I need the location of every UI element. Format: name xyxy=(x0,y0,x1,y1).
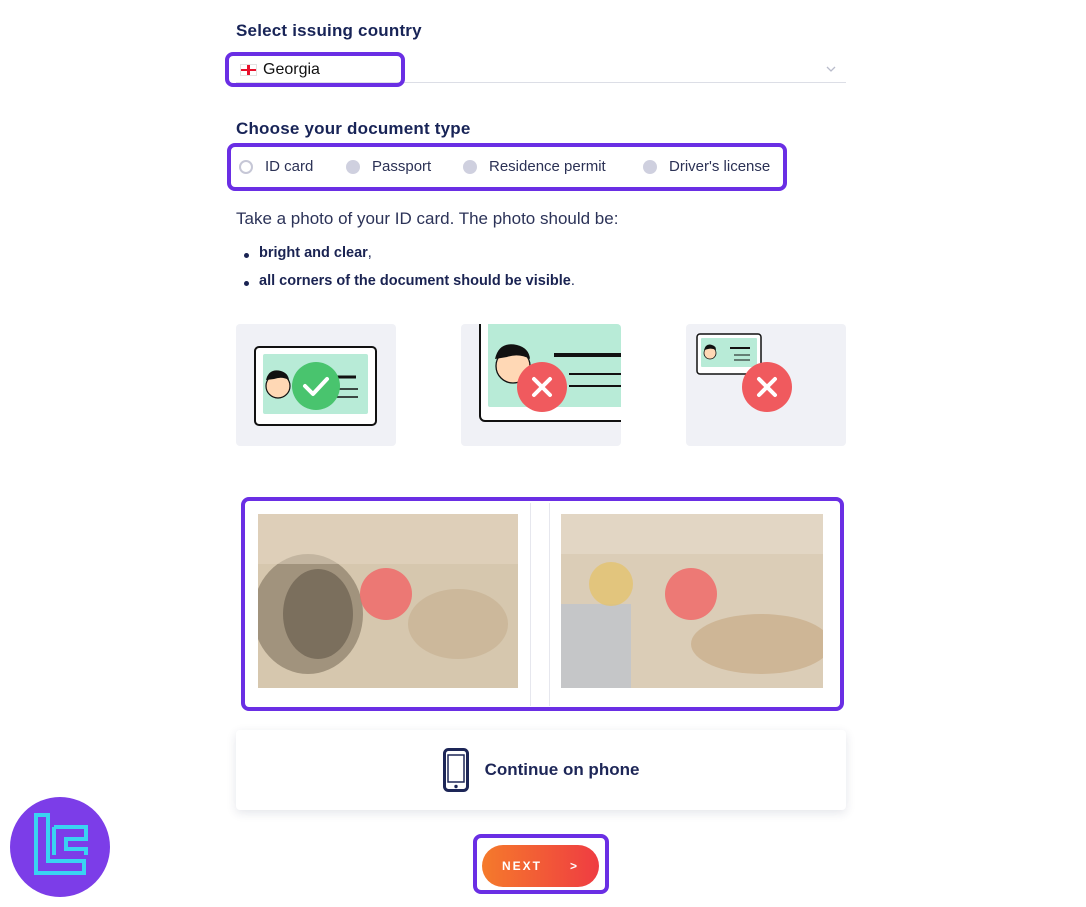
front-side-photo[interactable] xyxy=(258,514,518,688)
radio-residence-permit[interactable]: Residence permit xyxy=(463,158,606,175)
blurred-document-photo xyxy=(258,514,518,688)
example-too-far xyxy=(686,324,846,446)
chevron-down-icon[interactable] xyxy=(826,64,836,74)
brand-logo xyxy=(10,797,110,897)
photo-instructions: Take a photo of your ID card. The photo … xyxy=(236,209,619,228)
next-label: NEXT xyxy=(501,859,542,873)
radio-id-card[interactable]: ID card xyxy=(239,158,313,175)
arrow-right-icon: > xyxy=(570,859,580,873)
next-button[interactable]: NEXT > xyxy=(482,845,599,887)
radio-label: Driver's license xyxy=(669,158,771,175)
example-too-close xyxy=(461,324,621,446)
brand-logo-mark xyxy=(34,813,88,875)
radio-label: ID card xyxy=(265,158,314,175)
doctype-heading: Choose your document type xyxy=(236,119,471,138)
instruction-bullet: all corners of the document should be vi… xyxy=(244,273,575,289)
check-icon xyxy=(292,362,340,410)
bullet-tail: , xyxy=(367,245,372,261)
smartphone-icon xyxy=(442,748,469,792)
radio-label: Passport xyxy=(372,158,432,175)
radio-button[interactable] xyxy=(463,159,477,174)
bullet-bold-text: bright and clear xyxy=(259,245,368,261)
cross-icon xyxy=(517,362,567,412)
upload-divider xyxy=(530,503,550,706)
country-select[interactable]: Georgia xyxy=(225,52,405,87)
country-selected-value: Georgia xyxy=(263,60,320,78)
blurred-document-photo xyxy=(561,514,823,688)
bullet-bold-text: all corners of the document should be vi… xyxy=(259,273,571,289)
back-side-photo[interactable] xyxy=(561,514,823,688)
radio-drivers-license[interactable]: Driver's license xyxy=(643,158,770,175)
radio-passport[interactable]: Passport xyxy=(346,158,431,175)
continue-on-phone-button[interactable]: Continue on phone xyxy=(236,730,846,810)
radio-button-selected[interactable] xyxy=(239,159,253,174)
instruction-bullet: bright and clear, xyxy=(244,245,372,261)
continue-on-phone-label: Continue on phone xyxy=(484,760,640,779)
radio-button[interactable] xyxy=(346,159,360,174)
georgia-flag-icon xyxy=(240,63,257,76)
bullet-tail: . xyxy=(570,273,575,289)
doctype-radio-group: ID card Passport Residence permit Driver… xyxy=(227,143,787,191)
radio-button[interactable] xyxy=(643,159,657,174)
cross-icon xyxy=(742,362,792,412)
radio-label: Residence permit xyxy=(489,158,606,175)
country-heading: Select issuing country xyxy=(236,21,422,40)
example-correct xyxy=(236,324,396,446)
